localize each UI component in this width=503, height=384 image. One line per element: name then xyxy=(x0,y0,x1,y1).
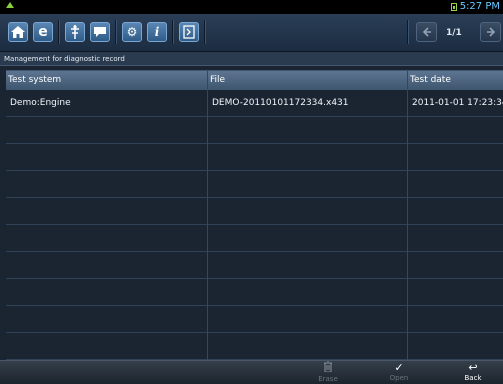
cell-file xyxy=(208,252,408,278)
cell-file xyxy=(208,279,408,305)
column-header-file[interactable]: File xyxy=(208,71,408,90)
trash-icon xyxy=(308,360,348,375)
cell-file xyxy=(208,306,408,332)
cell-test-date xyxy=(408,117,503,143)
table-row[interactable] xyxy=(6,171,503,198)
cell-file xyxy=(208,225,408,251)
diagnose-icon[interactable] xyxy=(65,22,85,42)
table-row[interactable] xyxy=(6,144,503,171)
back-arrow-icon: ↩ xyxy=(468,361,478,374)
exit-icon[interactable] xyxy=(179,22,199,42)
cell-test-system xyxy=(6,306,208,332)
table-header: Test system File Test date xyxy=(6,71,503,90)
cell-test-system xyxy=(6,225,208,251)
arrow-right-icon[interactable] xyxy=(480,22,501,42)
bottom-bar: Erase ✓ Open ↩ Back xyxy=(0,360,503,384)
cell-test-system xyxy=(6,198,208,224)
cell-test-system xyxy=(6,171,208,197)
cell-file xyxy=(208,144,408,170)
checkmark-icon: ✓ xyxy=(394,361,404,374)
status-time: 5:27 PM xyxy=(459,1,500,12)
table-row[interactable] xyxy=(6,306,503,333)
cell-test-date: 2011-01-01 17:23:34 xyxy=(412,98,503,108)
column-divider xyxy=(207,71,208,361)
toolbar-divider xyxy=(204,20,205,44)
cell-test-date xyxy=(408,279,503,305)
info-icon[interactable]: i xyxy=(147,22,167,42)
back-label: Back xyxy=(464,374,482,382)
back-button[interactable]: ↩ Back xyxy=(453,361,493,384)
table-row[interactable] xyxy=(6,252,503,279)
cell-test-date xyxy=(408,333,503,359)
cell-test-date xyxy=(408,306,503,332)
cell-test-date xyxy=(408,144,503,170)
column-divider xyxy=(407,71,408,361)
browser-icon[interactable]: e xyxy=(33,22,53,42)
battery-icon xyxy=(451,3,457,11)
table-row[interactable] xyxy=(6,333,503,360)
messages-icon[interactable] xyxy=(90,22,110,42)
cell-test-system xyxy=(6,144,208,170)
arrow-left-icon[interactable] xyxy=(416,22,437,42)
erase-button[interactable]: Erase xyxy=(308,360,348,384)
cell-file xyxy=(208,171,408,197)
cell-test-system xyxy=(6,252,208,278)
cell-test-date xyxy=(408,171,503,197)
open-button[interactable]: ✓ Open xyxy=(379,361,419,384)
table-row[interactable] xyxy=(6,279,503,306)
cell-file xyxy=(208,198,408,224)
notification-diamond-icon xyxy=(6,2,14,8)
cell-test-date xyxy=(408,225,503,251)
table-row[interactable]: Demo:Engine DEMO-20110101172334.x431 2011-… xyxy=(6,90,503,117)
cell-test-date xyxy=(408,198,503,224)
cell-file xyxy=(208,333,408,359)
cell-file xyxy=(208,117,408,143)
cell-test-system xyxy=(6,117,208,143)
toolbar-divider xyxy=(115,20,116,44)
cell-test-system: Demo:Engine xyxy=(10,98,71,108)
toolbar: e ⚙ i 1/1 xyxy=(0,14,503,52)
column-header-test-date[interactable]: Test date xyxy=(408,71,503,90)
record-table: Test system File Test date Demo:Engine DE… xyxy=(6,70,503,361)
table-row[interactable] xyxy=(6,198,503,225)
settings-icon[interactable]: ⚙ xyxy=(122,22,142,42)
cell-file: DEMO-20110101172334.x431 xyxy=(212,98,349,108)
cell-test-system xyxy=(6,279,208,305)
home-icon[interactable] xyxy=(8,22,28,42)
cell-test-system xyxy=(6,333,208,359)
table-row[interactable] xyxy=(6,117,503,144)
cell-test-date xyxy=(408,252,503,278)
status-bar: 5:27 PM xyxy=(0,0,503,14)
toolbar-divider xyxy=(58,20,59,44)
page-indicator: 1/1 xyxy=(446,28,462,38)
open-label: Open xyxy=(389,374,409,382)
table-row[interactable] xyxy=(6,225,503,252)
toolbar-divider xyxy=(172,20,173,44)
column-header-test-system[interactable]: Test system xyxy=(6,71,208,90)
toolbar-divider xyxy=(407,20,408,44)
page-title: Management for diagnostic record xyxy=(0,52,503,66)
